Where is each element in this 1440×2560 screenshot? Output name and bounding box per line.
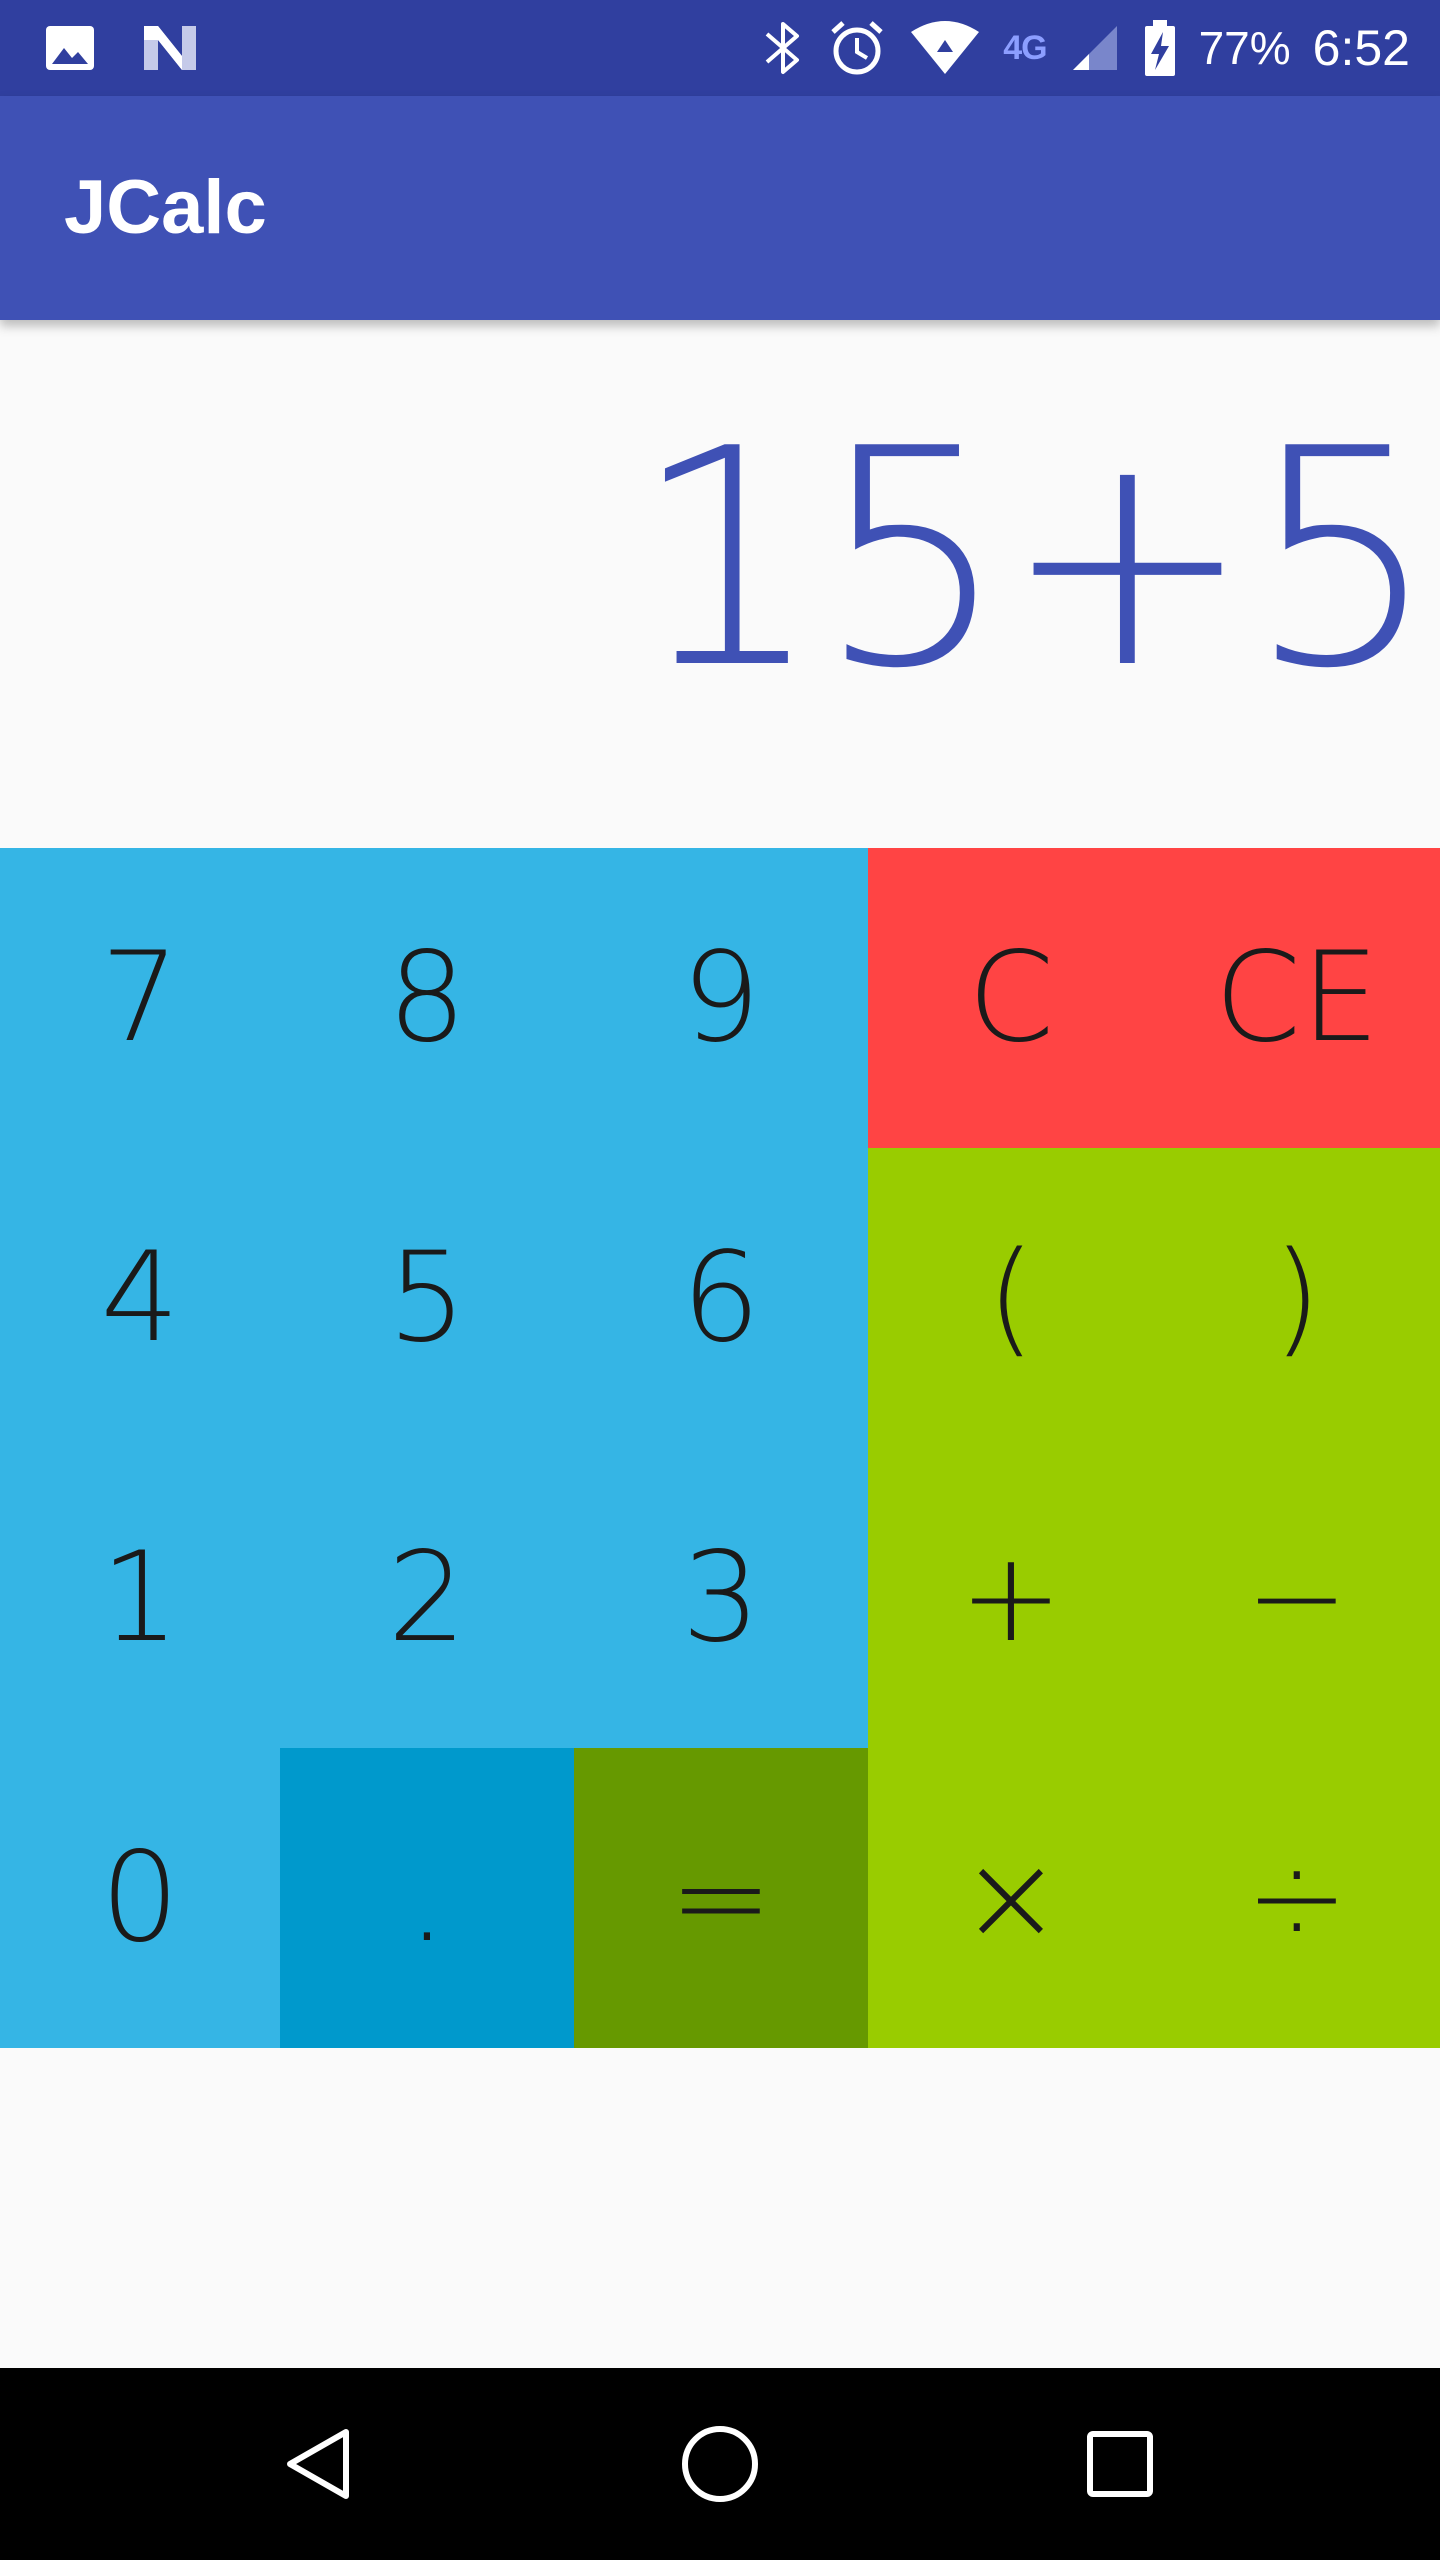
battery-charging-icon [1143,18,1177,78]
lte-icon: 4G [1003,28,1047,67]
home-icon[interactable] [600,2368,840,2560]
recents-icon[interactable] [1000,2368,1240,2560]
digit-8-button[interactable]: 8 [280,848,574,1148]
equals-button[interactable]: = [574,1748,868,2048]
open-paren-button[interactable]: ( [868,1148,1154,1448]
expression-text: 15+5 [632,385,1438,734]
back-icon[interactable] [200,2368,440,2560]
digit-6-button[interactable]: 6 [574,1148,868,1448]
clear-entry-button[interactable]: CE [1154,848,1440,1148]
multiply-button[interactable]: × [868,1748,1154,2048]
digit-7-button[interactable]: 7 [0,848,280,1148]
alarm-icon [827,18,887,78]
status-left-icons [44,18,200,78]
digit-9-button[interactable]: 9 [574,848,868,1148]
digit-5-button[interactable]: 5 [280,1148,574,1448]
wifi-icon [909,18,981,78]
expression-display: 15+5 [0,320,1440,848]
digit-3-button[interactable]: 3 [574,1448,868,1748]
digit-0-button[interactable]: 0 [0,1748,280,2048]
digit-1-button[interactable]: 1 [0,1448,280,1748]
bottom-empty-area [0,2048,1440,2368]
close-paren-button[interactable]: ) [1154,1148,1440,1448]
calculator-screen: 4G 77% 6:52 JCalc 15+5 7 8 9 C CE 4 5 6 … [0,0,1440,2560]
signal-icon [1069,22,1121,74]
plus-button[interactable]: + [868,1448,1154,1748]
battery-percent: 77% [1198,22,1291,74]
image-icon [44,22,96,74]
digit-4-button[interactable]: 4 [0,1148,280,1448]
status-right-icons: 4G 77% 6:52 [761,14,1410,82]
status-bar: 4G 77% 6:52 [0,0,1440,96]
status-time: 6:52 [1312,20,1410,76]
decimal-button[interactable]: . [280,1748,574,2048]
app-bar: JCalc [0,96,1440,320]
minus-button[interactable]: − [1154,1448,1440,1748]
navigation-bar [0,2368,1440,2560]
keypad: 7 8 9 C CE 4 5 6 ( ) 1 2 3 + − 0 . = × ÷ [0,848,1440,2048]
n-notification-icon [140,22,200,74]
divide-button[interactable]: ÷ [1154,1748,1440,2048]
app-title: JCalc [64,165,267,250]
bluetooth-icon [761,18,805,78]
clear-button[interactable]: C [868,848,1154,1148]
digit-2-button[interactable]: 2 [280,1448,574,1748]
